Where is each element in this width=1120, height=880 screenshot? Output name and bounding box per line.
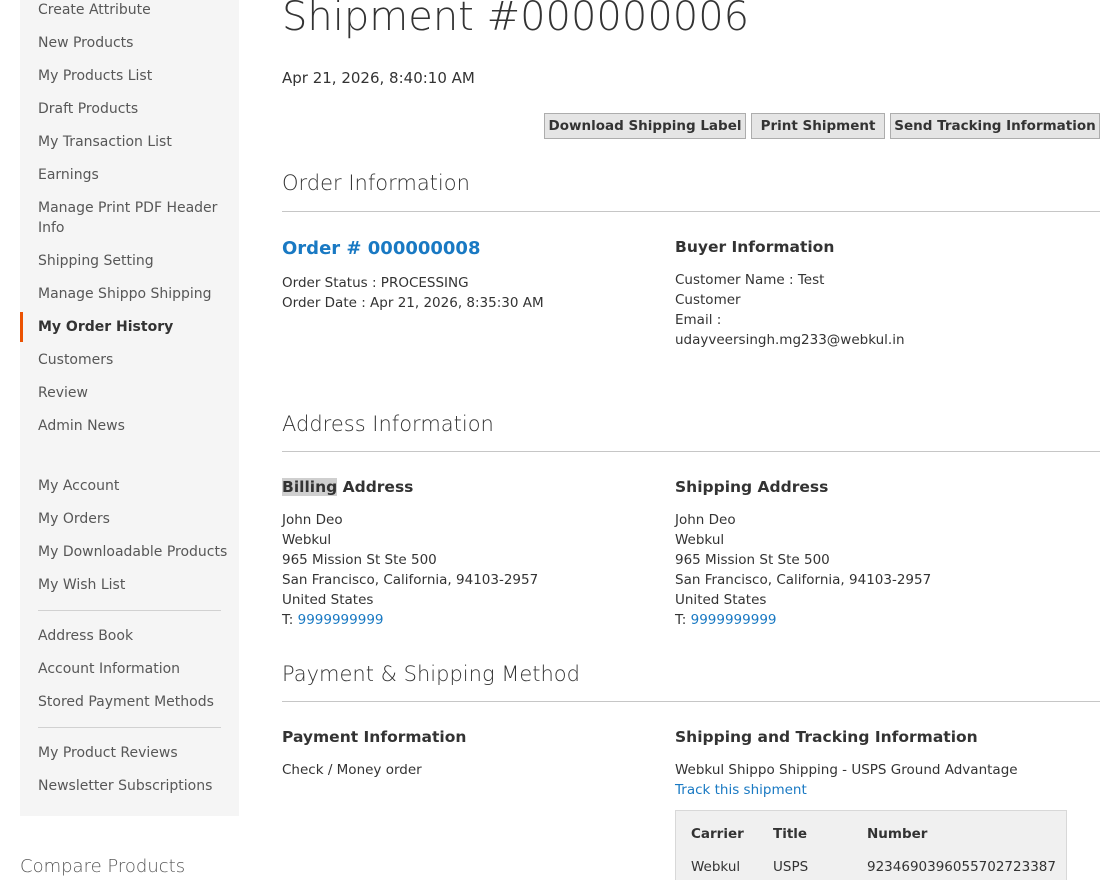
shipment-date: Apr 21, 2026, 8:40:10 AM [282,69,475,87]
sidebar-item-my-account[interactable]: My Account [20,476,239,496]
table-header-carrier: Carrier [691,826,744,842]
sidebar-item-my-product-reviews[interactable]: My Product Reviews [20,743,239,763]
section-divider [282,211,1100,212]
sidebar-item-my-transaction-list[interactable]: My Transaction List [20,132,239,152]
billing-street: 965 Mission St Ste 500 [282,552,437,568]
sidebar-divider [38,610,221,611]
payment-method: Check / Money order [282,762,422,778]
billing-company: Webkul [282,532,332,548]
sidebar-item-my-order-history[interactable]: My Order History [20,312,239,342]
sidebar-item-admin-news[interactable]: Admin News [20,416,239,436]
sidebar-item-my-products-list[interactable]: My Products List [20,66,239,86]
order-number-link[interactable]: Order # 000000008 [282,238,480,259]
table-header-title: Title [773,826,808,842]
sidebar-item-review[interactable]: Review [20,383,239,403]
payment-shipping-title: Payment & Shipping Method [282,662,580,686]
billing-country: United States [282,592,374,608]
order-information-title: Order Information [282,171,470,195]
sidebar-item-address-book[interactable]: Address Book [20,626,239,646]
billing-name: John Deo [282,512,343,528]
shipping-address-title: Shipping Address [675,478,829,496]
section-divider [282,701,1100,702]
account-sidebar: Create Attribute New Products My Product… [20,0,239,816]
shipping-tracking-title: Shipping and Tracking Information [675,728,978,746]
billing-address-title: Billing Address [282,478,413,496]
shipping-country: United States [675,592,767,608]
phone-prefix: T: [675,612,691,628]
address-information-title: Address Information [282,412,494,436]
page-title: Shipment #000000006 [282,0,750,40]
shipping-phone-link[interactable]: 9999999999 [691,612,777,628]
section-divider [282,451,1100,452]
sidebar-item-manage-shippo-shipping[interactable]: Manage Shippo Shipping [20,284,239,304]
customer-email: udayveersingh.mg233@webkul.in [675,332,905,348]
sidebar-item-newsletter-subscriptions[interactable]: Newsletter Subscriptions [20,776,239,796]
order-date: Order Date : Apr 21, 2026, 8:35:30 AM [282,295,544,311]
sidebar-item-create-attribute[interactable]: Create Attribute [20,0,239,20]
billing-title-rest: Address [337,478,414,496]
billing-city: San Francisco, California, 94103-2957 [282,572,539,588]
print-shipment-button[interactable]: Print Shipment [751,113,885,139]
sidebar-item-stored-payment-methods[interactable]: Stored Payment Methods [20,692,239,712]
phone-prefix: T: [282,612,298,628]
compare-products-title: Compare Products [20,856,186,877]
shipping-street: 965 Mission St Ste 500 [675,552,830,568]
email-label: Email : [675,312,722,328]
customer-name-cont: Customer [675,292,741,308]
tracking-table: Carrier Title Number Webkul USPS 9234690… [675,810,1067,880]
sidebar-item-my-downloadable-products[interactable]: My Downloadable Products [20,542,239,562]
shipping-name: John Deo [675,512,736,528]
billing-phone-link[interactable]: 9999999999 [298,612,384,628]
sidebar-item-new-products[interactable]: New Products [20,33,239,53]
sidebar-divider [38,727,221,728]
shipping-company: Webkul [675,532,725,548]
order-status: Order Status : PROCESSING [282,275,469,291]
tracking-number-link[interactable]: 9234690396055702723387 [867,859,1056,875]
shipping-city: San Francisco, California, 94103-2957 [675,572,932,588]
billing-phone-row: T: 9999999999 [282,610,384,630]
customer-name: Customer Name : Test [675,272,825,288]
sidebar-item-account-information[interactable]: Account Information [20,659,239,679]
billing-highlight: Billing [282,478,338,496]
sidebar-item-manage-print-pdf-header-info[interactable]: Manage Print PDF Header Info [20,198,220,238]
send-tracking-information-button[interactable]: Send Tracking Information [890,113,1100,139]
track-shipment-link[interactable]: Track this shipment [675,780,807,800]
sidebar-item-shipping-setting[interactable]: Shipping Setting [20,251,239,271]
shipping-phone-row: T: 9999999999 [675,610,777,630]
download-shipping-label-button[interactable]: Download Shipping Label [544,113,746,139]
table-header-number: Number [867,826,928,842]
sidebar-item-customers[interactable]: Customers [20,350,239,370]
sidebar-item-my-orders[interactable]: My Orders [20,509,239,529]
tracking-title: USPS [773,859,809,875]
payment-information-title: Payment Information [282,728,467,746]
sidebar-item-draft-products[interactable]: Draft Products [20,99,239,119]
buyer-information-title: Buyer Information [675,238,835,256]
shipping-method: Webkul Shippo Shipping - USPS Ground Adv… [675,762,1018,778]
tracking-carrier: Webkul [691,859,741,875]
sidebar-item-my-wish-list[interactable]: My Wish List [20,575,239,595]
sidebar-item-earnings[interactable]: Earnings [20,165,239,185]
